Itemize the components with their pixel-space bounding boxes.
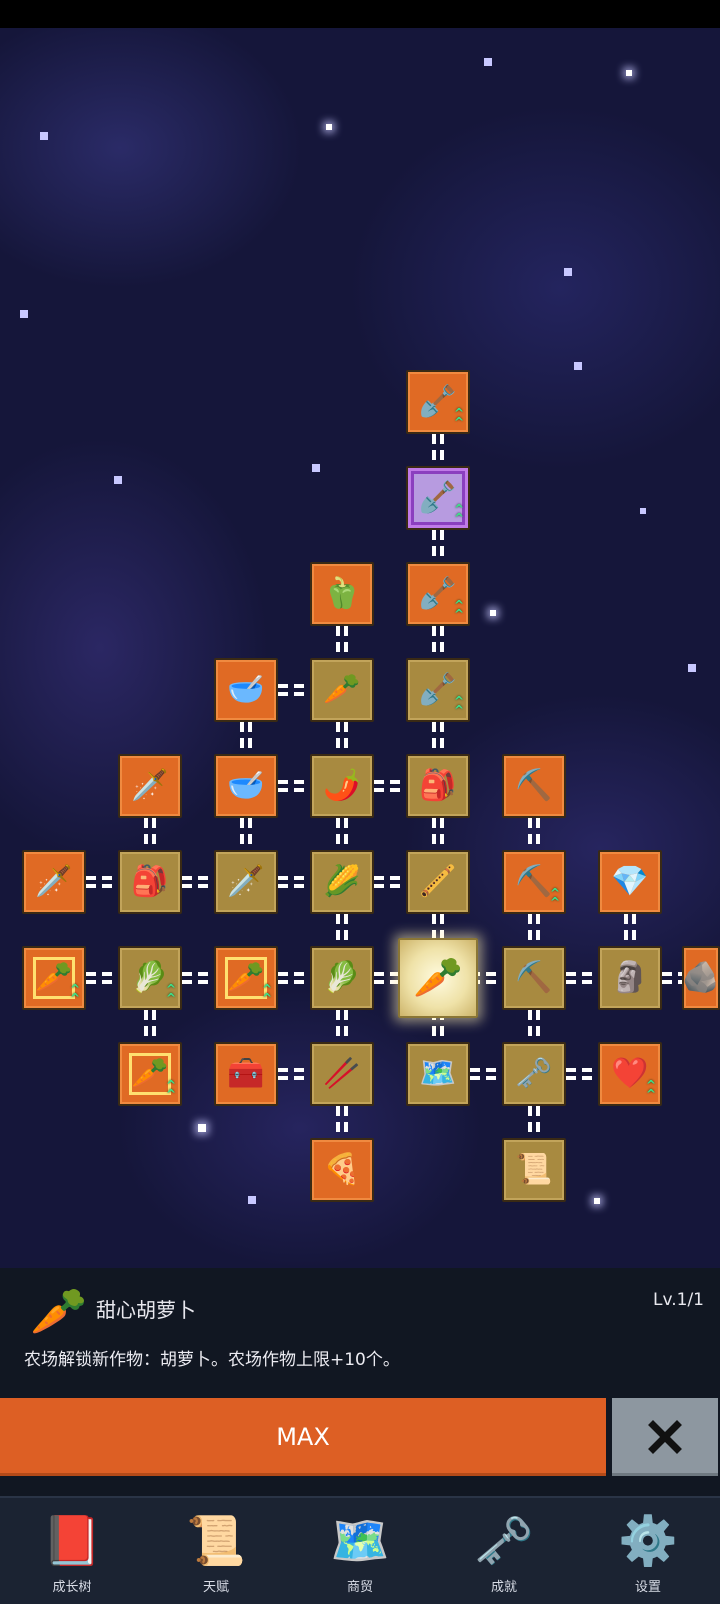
max-button[interactable]: MAX [0, 1398, 606, 1476]
scroll-icon: 📜 [515, 1152, 553, 1187]
upgrade-arrow-icon: ^ ^ [453, 501, 464, 526]
treasure-chest-icon: 🧰 [227, 1056, 265, 1091]
skill-description: 农场解锁新作物：胡萝卜。农场作物上限+10个。 [24, 1350, 400, 1370]
nav-trade[interactable]: 🗺️ 商贸 [288, 1498, 432, 1604]
skill-node[interactable]: 🥢 [310, 1042, 374, 1106]
map-icon: 🗺️ [419, 1056, 457, 1091]
skill-node[interactable]: 🥕 [398, 938, 478, 1018]
nav-label: 成就 [490, 1580, 517, 1595]
gold-sword-icon: 🗡️ [131, 768, 169, 803]
bowl-icon: 🥣 [227, 672, 265, 707]
skill-node[interactable]: 🗿 [598, 946, 662, 1010]
nav-label: 天赋 [202, 1580, 229, 1595]
cabbage-icon: 🥬 [323, 960, 361, 995]
skill-node[interactable]: 🥣 [214, 754, 278, 818]
crystal-icon: 💎 [611, 864, 649, 899]
skill-node[interactable]: 🥣 [214, 658, 278, 722]
skill-node[interactable]: 🗡️ [214, 850, 278, 914]
corn-icon: 🌽 [323, 864, 361, 899]
skill-node[interactable]: 🪏 ^ ^ [406, 466, 470, 530]
skill-node[interactable]: 🗝️ [502, 1042, 566, 1106]
radish-icon: 🥕 [323, 672, 361, 707]
skill-node[interactable]: ⛏️ ^ ^ [502, 850, 566, 914]
skill-node[interactable]: 🗡️ [118, 754, 182, 818]
parsnip-icon: 🥢 [323, 1056, 361, 1091]
skill-node[interactable]: 🪈 [406, 850, 470, 914]
skill-level: Lv.1/1 [653, 1290, 704, 1310]
skill-node[interactable]: 🥕 ^ ^ [214, 946, 278, 1010]
sweet-carrot-icon: 🥕 [30, 1283, 88, 1338]
skill-node[interactable]: 🌶️ [310, 754, 374, 818]
pepper-icon: 🫑 [323, 576, 361, 611]
scroll-icon: 📜 [186, 1512, 246, 1569]
upgrade-arrow-icon: ^ ^ [453, 693, 464, 718]
flute-icon: 🪈 [419, 864, 457, 899]
pickaxe-icon: ⛏️ [515, 768, 553, 803]
bowl-icon: 🥣 [227, 768, 265, 803]
skill-node[interactable]: ⛏️ [502, 946, 566, 1010]
upgrade-arrow-icon: ^ ^ [453, 405, 464, 430]
skill-node[interactable]: 🍕 [310, 1138, 374, 1202]
skill-node[interactable]: 🎒 [406, 754, 470, 818]
close-button[interactable] [612, 1398, 718, 1476]
skill-node[interactable]: 🪏 ^ ^ [406, 658, 470, 722]
skill-node[interactable]: 🧰 [214, 1042, 278, 1106]
upgrade-arrow-icon: ^ ^ [549, 885, 560, 910]
upgrade-arrow-icon: ^ ^ [165, 1077, 176, 1102]
bottom-navigation: 📕 成长树 📜 天赋 🗺️ 商贸 🗝️ 成就 ⚙️ 设置 [0, 1496, 720, 1604]
backpack-icon: 🎒 [419, 768, 457, 803]
skill-tree-map[interactable]: 🪏 ^ ^ 🪏 ^ ^ 🫑 🪏 ^ ^ 🥣 🥕 🪏 ^ ^ 🗡️ 🥣 🌶️ 🎒 ⛏️ 🗡️ 🎒 🗡️ 🌽 🪈 ⛏️ ^ ^ 💎 🥕 ^ ^ 🥬 ^… [0, 28, 720, 1268]
book-icon: 📕 [42, 1512, 102, 1569]
skill-node[interactable]: 🥬 ^ ^ [118, 946, 182, 1010]
skill-node[interactable]: ⛏️ [502, 754, 566, 818]
sweet-carrot-icon: 🥕 [413, 955, 463, 1001]
upgrade-arrow-icon: ^ ^ [453, 597, 464, 622]
sword-icon: 🗡️ [35, 864, 73, 899]
skill-node[interactable]: 🌽 [310, 850, 374, 914]
skill-node[interactable]: 💎 [598, 850, 662, 914]
map-icon: 🗺️ [330, 1512, 390, 1569]
backpack-icon: 🎒 [131, 864, 169, 899]
sword-icon: 🗡️ [227, 864, 265, 899]
skill-node[interactable]: 🥕 ^ ^ [22, 946, 86, 1010]
nav-label: 设置 [634, 1580, 661, 1595]
partial-node-icon: 🪨 [682, 960, 720, 995]
key-icon: 🗝️ [515, 1056, 553, 1091]
statue-icon: 🗿 [611, 960, 649, 995]
key-icon: 🗝️ [474, 1512, 534, 1569]
skill-node[interactable]: 🗺️ [406, 1042, 470, 1106]
status-bar [0, 0, 720, 28]
skill-node[interactable]: 🥬 [310, 946, 374, 1010]
skill-node[interactable]: 🪏 ^ ^ [406, 370, 470, 434]
chili-icon: 🌶️ [323, 768, 361, 803]
skill-node[interactable]: 🫑 [310, 562, 374, 626]
nav-achievements[interactable]: 🗝️ 成就 [432, 1498, 576, 1604]
upgrade-arrow-icon: ^ ^ [261, 981, 272, 1006]
nav-label: 商贸 [346, 1580, 373, 1595]
gear-icon: ⚙️ [618, 1512, 678, 1569]
skill-node[interactable]: 📜 [502, 1138, 566, 1202]
skill-node[interactable]: ❤️ ^ ^ [598, 1042, 662, 1106]
nav-growth-tree[interactable]: 📕 成长树 [0, 1498, 144, 1604]
skill-node[interactable]: 🗡️ [22, 850, 86, 914]
skill-node[interactable]: 🪨 [682, 946, 720, 1010]
upgrade-arrow-icon: ^ ^ [69, 981, 80, 1006]
skill-info-panel: 🥕 甜心胡萝卜 Lv.1/1 农场解锁新作物：胡萝卜。农场作物上限+10个。 [0, 1268, 720, 1386]
skill-node[interactable]: 🥕 ^ ^ [118, 1042, 182, 1106]
upgrade-arrow-icon: ^ ^ [165, 981, 176, 1006]
action-bar: MAX [0, 1386, 720, 1496]
pizza-icon: 🍕 [323, 1152, 361, 1187]
pickaxe-icon: ⛏️ [515, 960, 553, 995]
skill-node[interactable]: 🪏 ^ ^ [406, 562, 470, 626]
skill-node[interactable]: 🎒 [118, 850, 182, 914]
skill-title: 甜心胡萝卜 [96, 1298, 196, 1322]
skill-node[interactable]: 🥕 [310, 658, 374, 722]
nav-label: 成长树 [52, 1580, 92, 1595]
nav-talent[interactable]: 📜 天赋 [144, 1498, 288, 1604]
upgrade-arrow-icon: ^ ^ [645, 1077, 656, 1102]
close-icon [648, 1420, 682, 1454]
nav-settings[interactable]: ⚙️ 设置 [576, 1498, 720, 1604]
